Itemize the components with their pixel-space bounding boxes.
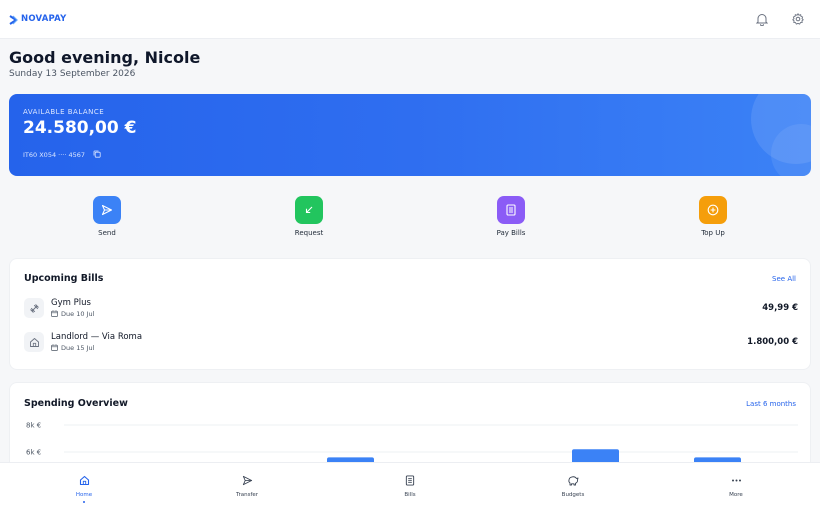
see-all-link[interactable]: See All	[772, 275, 796, 283]
nav-label: Bills	[404, 492, 416, 498]
balance-card[interactable]: AVAILABLE BALANCE 24.580,00 € IT60 X054 …	[9, 94, 811, 176]
piggy-bank-icon	[567, 471, 579, 490]
nav-item-home[interactable]: Home	[54, 471, 114, 503]
brand-name: NOVAPAY	[21, 14, 67, 24]
top-bar: NOVAPAY	[0, 0, 820, 39]
receipt-icon	[405, 471, 415, 490]
home-icon	[24, 332, 44, 352]
balance-label: AVAILABLE BALANCE	[23, 108, 105, 116]
more-dots-icon	[731, 471, 742, 490]
pay-bills-action-button[interactable]: Pay Bills	[471, 196, 551, 237]
upcoming-bills-title: Upcoming Bills	[24, 273, 104, 284]
dumbbell-icon	[24, 298, 44, 318]
upcoming-bills-card: Upcoming Bills See All Gym Plus Due 10 J…	[9, 258, 811, 370]
logo-chevron-icon	[9, 10, 18, 29]
bill-due-date: Due 15 Jul	[61, 344, 95, 352]
iban-number: IT60 X054 ···· 4567	[23, 151, 86, 159]
time-range-selector[interactable]: Last 6 months	[746, 400, 796, 408]
bill-amount: 49,99 €	[762, 303, 798, 313]
current-date: Sunday 13 September 2026	[9, 69, 136, 79]
plus-circle-icon	[699, 196, 727, 224]
nav-label: Home	[75, 492, 93, 498]
send-label: Send	[98, 229, 116, 237]
y-tick-label: 6k €	[26, 449, 41, 457]
bill-name: Gym Plus	[51, 297, 91, 308]
nav-item-bills[interactable]: Bills	[380, 471, 440, 498]
spending-overview-title: Spending Overview	[24, 398, 128, 409]
settings-gear-icon[interactable]	[790, 11, 806, 27]
bottom-navigation: Home Transfer Bills Budgets More	[0, 462, 820, 512]
balance-amount: 24.580,00 €	[23, 118, 137, 138]
copy-icon[interactable]	[93, 150, 101, 160]
request-arrow-icon	[295, 196, 323, 224]
bill-row[interactable]: Landlord — Via Roma Due 15 Jul 1.800,00 …	[24, 329, 798, 355]
nav-label: Transfer	[235, 492, 259, 498]
top-up-label: Top Up	[701, 229, 725, 237]
nav-item-budgets[interactable]: Budgets	[543, 471, 603, 498]
calendar-icon	[51, 309, 58, 319]
nav-item-transfer[interactable]: Transfer	[217, 471, 277, 498]
request-label: Request	[294, 229, 324, 237]
bill-amount: 1.800,00 €	[747, 337, 798, 347]
send-icon	[93, 196, 121, 224]
home-icon	[79, 471, 90, 490]
quick-actions: Send Request Pay Bills Top Up	[0, 196, 820, 240]
nav-label: More	[729, 492, 743, 498]
nav-item-more[interactable]: More	[706, 471, 766, 498]
send-action-button[interactable]: Send	[67, 196, 147, 237]
calendar-icon	[51, 343, 58, 353]
bill-due-date: Due 10 Jul	[61, 310, 95, 318]
nav-label: Budgets	[561, 492, 585, 498]
notifications-bell-icon[interactable]	[754, 11, 770, 27]
bill-name: Landlord — Via Roma	[51, 331, 143, 342]
send-icon	[242, 471, 253, 490]
request-action-button[interactable]: Request	[269, 196, 349, 237]
top-up-action-button[interactable]: Top Up	[673, 196, 753, 237]
active-indicator	[83, 501, 85, 503]
bill-row[interactable]: Gym Plus Due 10 Jul 49,99 €	[24, 295, 798, 321]
brand-logo[interactable]: NOVAPAY	[9, 10, 66, 29]
y-tick-label: 8k €	[26, 422, 41, 430]
pay-bills-label: Pay Bills	[496, 229, 526, 237]
receipt-icon	[497, 196, 525, 224]
page-greeting: Good evening, Nicole	[9, 48, 201, 67]
